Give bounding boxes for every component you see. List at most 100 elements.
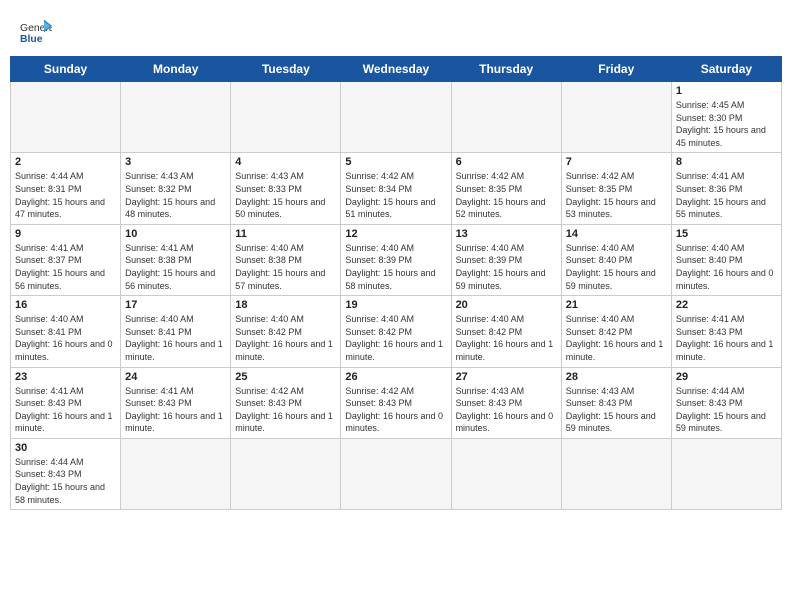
calendar-day-cell	[341, 82, 451, 153]
calendar-day-cell: 5 Sunrise: 4:42 AM Sunset: 8:34 PM Daylig…	[341, 153, 451, 224]
col-header-saturday: Saturday	[671, 57, 781, 82]
calendar-day-cell	[231, 82, 341, 153]
day-number: 4	[235, 156, 336, 168]
calendar-day-cell	[121, 438, 231, 509]
calendar-day-cell	[341, 438, 451, 509]
calendar-day-cell: 10 Sunrise: 4:41 AM Sunset: 8:38 PM Dayli…	[121, 224, 231, 295]
calendar-day-cell: 27 Sunrise: 4:43 AM Sunset: 8:43 PM Dayli…	[451, 367, 561, 438]
svg-text:Blue: Blue	[20, 34, 43, 45]
calendar-header-row: SundayMondayTuesdayWednesdayThursdayFrid…	[11, 57, 782, 82]
day-number: 5	[345, 156, 446, 168]
day-sun-info: Sunrise: 4:41 AM Sunset: 8:38 PM Dayligh…	[125, 242, 226, 292]
day-number: 28	[566, 371, 667, 383]
day-number: 17	[125, 299, 226, 311]
calendar-day-cell	[231, 438, 341, 509]
day-number: 20	[456, 299, 557, 311]
day-sun-info: Sunrise: 4:41 AM Sunset: 8:37 PM Dayligh…	[15, 242, 116, 292]
day-sun-info: Sunrise: 4:40 AM Sunset: 8:42 PM Dayligh…	[566, 313, 667, 363]
day-number: 13	[456, 228, 557, 240]
day-sun-info: Sunrise: 4:41 AM Sunset: 8:36 PM Dayligh…	[676, 170, 777, 220]
day-sun-info: Sunrise: 4:42 AM Sunset: 8:43 PM Dayligh…	[235, 385, 336, 435]
calendar-day-cell: 8Sunrise: 4:41 AM Sunset: 8:36 PM Daylig…	[671, 153, 781, 224]
col-header-thursday: Thursday	[451, 57, 561, 82]
day-sun-info: Sunrise: 4:40 AM Sunset: 8:42 PM Dayligh…	[235, 313, 336, 363]
calendar-day-cell	[451, 438, 561, 509]
calendar-day-cell: 4 Sunrise: 4:43 AM Sunset: 8:33 PM Daylig…	[231, 153, 341, 224]
day-sun-info: Sunrise: 4:43 AM Sunset: 8:33 PM Dayligh…	[235, 170, 336, 220]
calendar-week-row: 2 Sunrise: 4:44 AM Sunset: 8:31 PM Daylig…	[11, 153, 782, 224]
calendar-day-cell: 6Sunrise: 4:42 AM Sunset: 8:35 PM Daylig…	[451, 153, 561, 224]
day-number: 29	[676, 371, 777, 383]
day-number: 26	[345, 371, 446, 383]
day-sun-info: Sunrise: 4:40 AM Sunset: 8:40 PM Dayligh…	[676, 242, 777, 292]
day-sun-info: Sunrise: 4:41 AM Sunset: 8:43 PM Dayligh…	[15, 385, 116, 435]
calendar-day-cell: 29 Sunrise: 4:44 AM Sunset: 8:43 PM Dayli…	[671, 367, 781, 438]
calendar-day-cell	[561, 438, 671, 509]
calendar-day-cell: 16Sunrise: 4:40 AM Sunset: 8:41 PM Dayli…	[11, 296, 121, 367]
calendar-day-cell: 24 Sunrise: 4:41 AM Sunset: 8:43 PM Dayli…	[121, 367, 231, 438]
calendar-day-cell: 15 Sunrise: 4:40 AM Sunset: 8:40 PM Dayli…	[671, 224, 781, 295]
day-number: 22	[676, 299, 777, 311]
day-sun-info: Sunrise: 4:42 AM Sunset: 8:35 PM Dayligh…	[456, 170, 557, 220]
day-number: 25	[235, 371, 336, 383]
day-sun-info: Sunrise: 4:42 AM Sunset: 8:43 PM Dayligh…	[345, 385, 446, 435]
day-number: 3	[125, 156, 226, 168]
day-sun-info: Sunrise: 4:40 AM Sunset: 8:39 PM Dayligh…	[456, 242, 557, 292]
calendar-day-cell: 20Sunrise: 4:40 AM Sunset: 8:42 PM Dayli…	[451, 296, 561, 367]
day-sun-info: Sunrise: 4:41 AM Sunset: 8:43 PM Dayligh…	[676, 313, 777, 363]
day-number: 30	[15, 442, 116, 454]
calendar-day-cell: 26 Sunrise: 4:42 AM Sunset: 8:43 PM Dayli…	[341, 367, 451, 438]
day-number: 27	[456, 371, 557, 383]
logo: General Blue	[20, 18, 52, 46]
day-sun-info: Sunrise: 4:42 AM Sunset: 8:35 PM Dayligh…	[566, 170, 667, 220]
logo-icon: General Blue	[20, 18, 52, 46]
calendar-day-cell	[121, 82, 231, 153]
day-sun-info: Sunrise: 4:40 AM Sunset: 8:41 PM Dayligh…	[125, 313, 226, 363]
calendar-day-cell: 25 Sunrise: 4:42 AM Sunset: 8:43 PM Dayli…	[231, 367, 341, 438]
day-number: 23	[15, 371, 116, 383]
calendar-day-cell	[671, 438, 781, 509]
day-number: 2	[15, 156, 116, 168]
calendar-day-cell: 23 Sunrise: 4:41 AM Sunset: 8:43 PM Dayli…	[11, 367, 121, 438]
day-number: 14	[566, 228, 667, 240]
day-number: 7	[566, 156, 667, 168]
col-header-sunday: Sunday	[11, 57, 121, 82]
day-sun-info: Sunrise: 4:40 AM Sunset: 8:40 PM Dayligh…	[566, 242, 667, 292]
col-header-tuesday: Tuesday	[231, 57, 341, 82]
day-sun-info: Sunrise: 4:42 AM Sunset: 8:34 PM Dayligh…	[345, 170, 446, 220]
calendar-day-cell: 30Sunrise: 4:44 AM Sunset: 8:43 PM Dayli…	[11, 438, 121, 509]
calendar-day-cell: 19 Sunrise: 4:40 AM Sunset: 8:42 PM Dayli…	[341, 296, 451, 367]
calendar-week-row: 1 Sunrise: 4:45 AM Sunset: 8:30 PM Daylig…	[11, 82, 782, 153]
day-sun-info: Sunrise: 4:40 AM Sunset: 8:39 PM Dayligh…	[345, 242, 446, 292]
day-number: 12	[345, 228, 446, 240]
calendar-week-row: 30Sunrise: 4:44 AM Sunset: 8:43 PM Dayli…	[11, 438, 782, 509]
calendar-week-row: 16Sunrise: 4:40 AM Sunset: 8:41 PM Dayli…	[11, 296, 782, 367]
day-number: 1	[676, 85, 777, 97]
calendar-day-cell: 3Sunrise: 4:43 AM Sunset: 8:32 PM Daylig…	[121, 153, 231, 224]
calendar-day-cell: 28 Sunrise: 4:43 AM Sunset: 8:43 PM Dayli…	[561, 367, 671, 438]
day-sun-info: Sunrise: 4:44 AM Sunset: 8:43 PM Dayligh…	[676, 385, 777, 435]
col-header-wednesday: Wednesday	[341, 57, 451, 82]
calendar-day-cell: 22 Sunrise: 4:41 AM Sunset: 8:43 PM Dayli…	[671, 296, 781, 367]
calendar-day-cell: 2 Sunrise: 4:44 AM Sunset: 8:31 PM Daylig…	[11, 153, 121, 224]
calendar-day-cell: 18Sunrise: 4:40 AM Sunset: 8:42 PM Dayli…	[231, 296, 341, 367]
day-number: 21	[566, 299, 667, 311]
day-number: 24	[125, 371, 226, 383]
day-sun-info: Sunrise: 4:43 AM Sunset: 8:43 PM Dayligh…	[566, 385, 667, 435]
calendar-day-cell: 13 Sunrise: 4:40 AM Sunset: 8:39 PM Dayli…	[451, 224, 561, 295]
day-number: 19	[345, 299, 446, 311]
day-number: 10	[125, 228, 226, 240]
day-sun-info: Sunrise: 4:41 AM Sunset: 8:43 PM Dayligh…	[125, 385, 226, 435]
calendar-table: SundayMondayTuesdayWednesdayThursdayFrid…	[10, 56, 782, 510]
calendar-day-cell: 17 Sunrise: 4:40 AM Sunset: 8:41 PM Dayli…	[121, 296, 231, 367]
calendar-day-cell	[451, 82, 561, 153]
calendar-day-cell	[11, 82, 121, 153]
calendar-day-cell: 9Sunrise: 4:41 AM Sunset: 8:37 PM Daylig…	[11, 224, 121, 295]
day-sun-info: Sunrise: 4:44 AM Sunset: 8:31 PM Dayligh…	[15, 170, 116, 220]
day-number: 15	[676, 228, 777, 240]
day-sun-info: Sunrise: 4:43 AM Sunset: 8:43 PM Dayligh…	[456, 385, 557, 435]
col-header-monday: Monday	[121, 57, 231, 82]
day-sun-info: Sunrise: 4:45 AM Sunset: 8:30 PM Dayligh…	[676, 99, 777, 149]
day-sun-info: Sunrise: 4:40 AM Sunset: 8:42 PM Dayligh…	[345, 313, 446, 363]
day-sun-info: Sunrise: 4:40 AM Sunset: 8:38 PM Dayligh…	[235, 242, 336, 292]
